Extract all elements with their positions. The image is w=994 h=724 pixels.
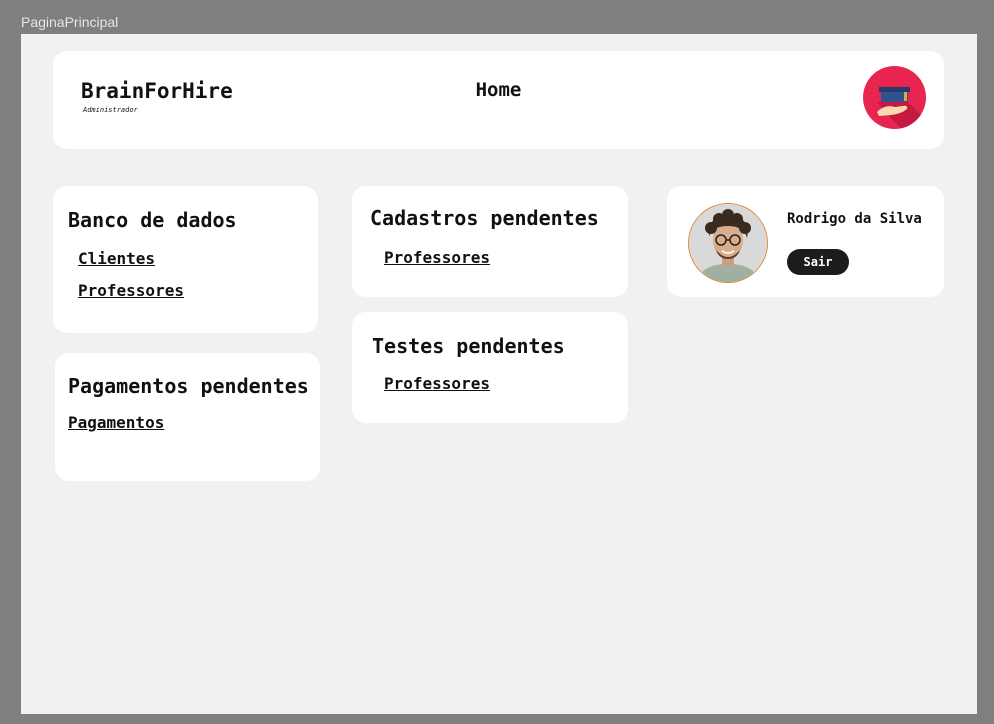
database-card-title: Banco de dados xyxy=(68,208,237,232)
user-card: Rodrigo da Silva Sair xyxy=(667,186,944,297)
pending-tests-teachers-link[interactable]: Professores xyxy=(384,374,490,393)
pending-payments-title: Pagamentos pendentes xyxy=(68,374,309,398)
pending-registrations-title: Cadastros pendentes xyxy=(370,206,599,230)
database-card: Banco de dados Clientes Professores xyxy=(53,186,318,333)
user-role: Administrador xyxy=(83,106,138,114)
hand-holding-graduation-cap-icon[interactable] xyxy=(863,66,926,129)
pending-tests-title: Testes pendentes xyxy=(372,334,565,358)
logout-button[interactable]: Sair xyxy=(787,249,849,275)
frame-label: PaginaPrincipal xyxy=(21,14,119,30)
clients-link[interactable]: Clientes xyxy=(78,249,155,268)
page-title: Home xyxy=(475,79,522,101)
payments-link[interactable]: Pagamentos xyxy=(68,413,164,432)
user-name: Rodrigo da Silva xyxy=(787,211,922,227)
pending-tests-card: Testes pendentes Professores xyxy=(352,312,628,423)
avatar xyxy=(688,203,768,283)
header-bar: BrainForHire Administrador Home xyxy=(53,51,944,149)
pending-registrations-teachers-link[interactable]: Professores xyxy=(384,248,490,267)
teachers-link[interactable]: Professores xyxy=(78,281,184,300)
pending-registrations-card: Cadastros pendentes Professores xyxy=(352,186,628,297)
pending-payments-card: Pagamentos pendentes Pagamentos xyxy=(55,353,320,481)
main-page: BrainForHire Administrador Home Banco de… xyxy=(21,34,977,714)
